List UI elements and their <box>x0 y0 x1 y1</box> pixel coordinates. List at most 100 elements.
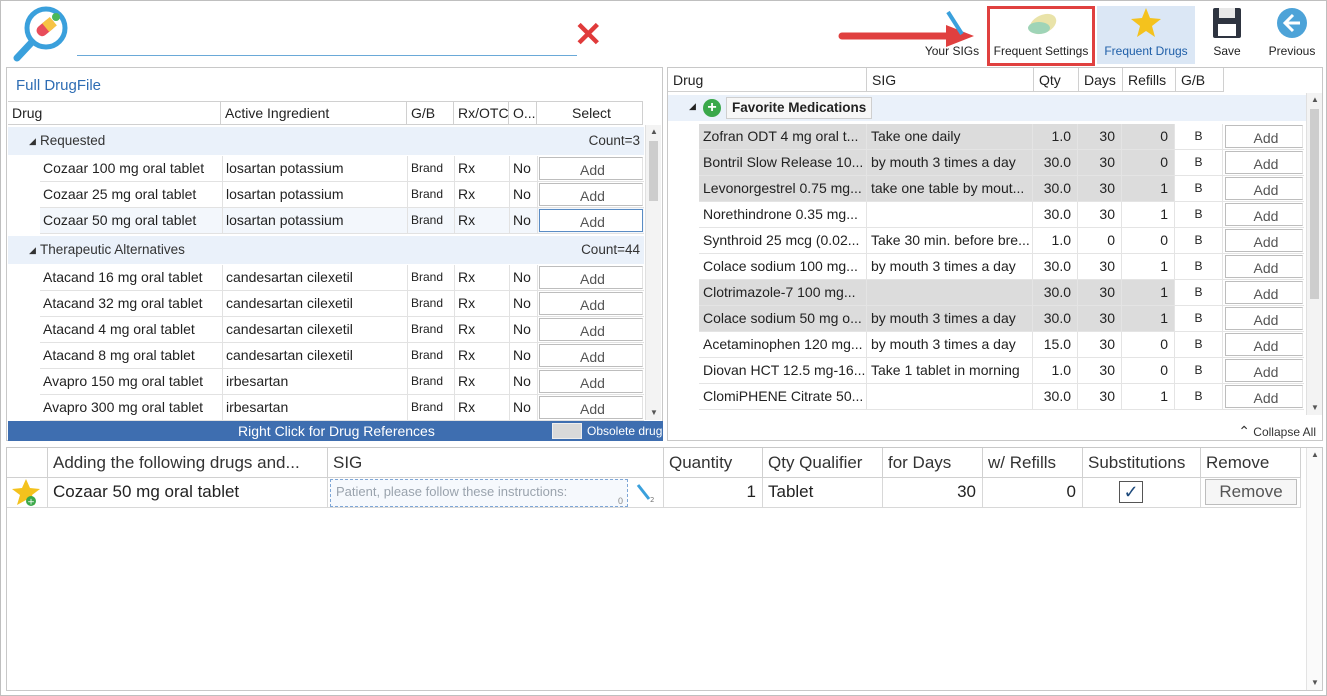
add-button[interactable]: Add <box>539 344 643 367</box>
col-remove[interactable]: Remove <box>1201 448 1301 477</box>
substitutions-checkbox[interactable]: ✓ <box>1119 481 1143 503</box>
fav-add-button[interactable]: Add <box>1225 125 1303 148</box>
group-requested[interactable]: ◢ Requested Count=3 <box>8 127 644 155</box>
fav-add-button[interactable]: Add <box>1225 307 1303 330</box>
quantity-field[interactable]: 1 <box>664 478 763 507</box>
table-row[interactable]: Avapro 150 mg oral tablet irbesartan Bra… <box>40 369 644 395</box>
add-to-favorites-star-icon[interactable]: + <box>11 478 43 507</box>
sig-edit-pen-icon[interactable]: 2 <box>634 482 656 504</box>
favorite-medications-group[interactable]: ◢ + Favorite Medications <box>668 95 1306 121</box>
add-button[interactable]: Add <box>539 292 643 315</box>
frequent-drugs-button[interactable]: Frequent Drugs <box>1097 6 1195 64</box>
table-row[interactable]: Cozaar 25 mg oral tablet losartan potass… <box>40 182 644 208</box>
col-sig[interactable]: SIG <box>328 448 664 477</box>
scroll-up-icon[interactable]: ▲ <box>1307 93 1323 107</box>
fav-add-button[interactable]: Add <box>1225 255 1303 278</box>
favorite-row[interactable]: Synthroid 25 mcg (0.02... Take 30 min. be… <box>699 228 1304 254</box>
col-substitutions[interactable]: Substitutions <box>1083 448 1201 477</box>
add-favorite-icon[interactable]: + <box>703 99 721 117</box>
col-rx-otc[interactable]: Rx/OTC <box>454 102 509 124</box>
col-qty-qualifier[interactable]: Qty Qualifier <box>763 448 883 477</box>
col-drug[interactable]: Adding the following drugs and... <box>48 448 328 477</box>
col-refills[interactable]: Refills <box>1123 68 1176 91</box>
favorite-star-cell[interactable]: + <box>7 478 48 507</box>
add-button[interactable]: Add <box>539 209 643 232</box>
collapse-all-button[interactable]: ⌃ Collapse All <box>1238 423 1316 440</box>
col-drug[interactable]: Drug <box>8 102 221 124</box>
col-active-ingredient[interactable]: Active Ingredient <box>221 102 407 124</box>
days-field[interactable]: 30 <box>883 478 983 507</box>
pen-icon <box>946 10 964 36</box>
col-drug[interactable]: Drug <box>668 68 867 91</box>
refills-field[interactable]: 0 <box>983 478 1083 507</box>
left-scrollbar[interactable]: ▲ ▼ <box>645 125 661 420</box>
col-sig[interactable]: SIG <box>867 68 1034 91</box>
col-days[interactable]: Days <box>1079 68 1123 91</box>
col-obsolete[interactable]: O... <box>509 102 537 124</box>
table-row-selected[interactable]: Cozaar 50 mg oral tablet losartan potass… <box>40 208 644 234</box>
scroll-thumb[interactable] <box>649 141 658 201</box>
add-button[interactable]: Add <box>539 266 643 289</box>
col-qty[interactable]: Qty <box>1034 68 1079 91</box>
collapse-triangle-icon[interactable]: ◢ <box>29 236 36 264</box>
fav-add-button[interactable]: Add <box>1225 229 1303 252</box>
group-therapeutic-alternatives[interactable]: ◢ Therapeutic Alternatives Count=44 <box>8 236 644 264</box>
favorite-row[interactable]: Diovan HCT 12.5 mg-16... Take 1 tablet in… <box>699 358 1304 384</box>
add-button[interactable]: Add <box>539 183 643 206</box>
favorite-row[interactable]: Levonorgestrel 0.75 mg... take one table … <box>699 176 1304 202</box>
fav-add-button[interactable]: Add <box>1225 177 1303 200</box>
scroll-down-icon[interactable]: ▼ <box>1307 401 1323 415</box>
obsolete-drug-toggle[interactable] <box>552 423 582 439</box>
added-drug-row[interactable]: + Cozaar 50 mg oral tablet Patient, plea… <box>7 478 1301 508</box>
col-quantity[interactable]: Quantity <box>664 448 763 477</box>
favorite-row[interactable]: Clotrimazole-7 100 mg... 30.0 30 1 B Add <box>699 280 1304 306</box>
table-row[interactable]: Avapro 300 mg oral tablet irbesartan Bra… <box>40 395 644 421</box>
drug-references-bar[interactable]: Right Click for Drug References Obsolete… <box>8 421 663 441</box>
table-row[interactable]: Atacand 32 mg oral tablet candesartan ci… <box>40 291 644 317</box>
favorite-row[interactable]: Zofran ODT 4 mg oral t... Take one daily 1… <box>699 124 1304 150</box>
scroll-down-icon[interactable]: ▼ <box>1307 676 1323 690</box>
col-gb[interactable]: G/B <box>407 102 454 124</box>
scroll-up-icon[interactable]: ▲ <box>1307 448 1323 462</box>
fav-add-button[interactable]: Add <box>1225 385 1303 408</box>
drug-search-input[interactable] <box>77 55 577 56</box>
previous-button[interactable]: Previous <box>1262 6 1322 64</box>
bottom-scrollbar[interactable]: ▲ ▼ <box>1306 448 1322 690</box>
table-row[interactable]: Cozaar 100 mg oral tablet losartan potas… <box>40 156 644 182</box>
collapse-triangle-icon[interactable]: ◢ <box>689 101 696 112</box>
col-gb[interactable]: G/B <box>1176 68 1224 91</box>
qty-qualifier-field[interactable]: Tablet <box>763 478 883 507</box>
fav-add-button[interactable]: Add <box>1225 203 1303 226</box>
clear-search-icon[interactable]: ✕ <box>574 18 603 52</box>
fav-add-button[interactable]: Add <box>1225 359 1303 382</box>
table-row[interactable]: Atacand 8 mg oral tablet candesartan cil… <box>40 343 644 369</box>
add-button[interactable]: Add <box>539 370 643 393</box>
favorite-row[interactable]: Bontril Slow Release 10... by mouth 3 tim… <box>699 150 1304 176</box>
scroll-up-icon[interactable]: ▲ <box>646 125 662 139</box>
collapse-triangle-icon[interactable]: ◢ <box>29 127 36 155</box>
scroll-thumb[interactable] <box>1310 109 1319 299</box>
favorite-row[interactable]: Acetaminophen 120 mg... by mouth 3 times … <box>699 332 1304 358</box>
fav-refills: 0 <box>1122 358 1175 383</box>
save-button[interactable]: Save <box>1203 6 1251 64</box>
favorite-row[interactable]: Colace sodium 50 mg o... by mouth 3 times… <box>699 306 1304 332</box>
right-scrollbar[interactable]: ▲ ▼ <box>1306 93 1322 415</box>
fav-add-button[interactable]: Add <box>1225 333 1303 356</box>
table-row[interactable]: Atacand 16 mg oral tablet candesartan ci… <box>40 265 644 291</box>
favorite-row[interactable]: Norethindrone 0.35 mg... 30.0 30 1 B Add <box>699 202 1304 228</box>
col-select[interactable]: Select <box>537 102 643 124</box>
add-button[interactable]: Add <box>539 396 643 419</box>
table-row[interactable]: Atacand 4 mg oral tablet candesartan cil… <box>40 317 644 343</box>
remove-button[interactable]: Remove <box>1205 479 1297 505</box>
scroll-down-icon[interactable]: ▼ <box>646 406 662 420</box>
favorite-row[interactable]: ClomiPHENE Citrate 50... 30.0 30 1 B Add <box>699 384 1304 410</box>
col-for-days[interactable]: for Days <box>883 448 983 477</box>
fav-add-button[interactable]: Add <box>1225 281 1303 304</box>
add-button[interactable]: Add <box>539 157 643 180</box>
favorite-row[interactable]: Colace sodium 100 mg... by mouth 3 times … <box>699 254 1304 280</box>
fav-add-button[interactable]: Add <box>1225 151 1303 174</box>
col-refills[interactable]: w/ Refills <box>983 448 1083 477</box>
your-sigs-button[interactable]: Your SIGs <box>920 6 984 64</box>
sig-input[interactable]: Patient, please follow these instruction… <box>330 479 628 507</box>
add-button[interactable]: Add <box>539 318 643 341</box>
